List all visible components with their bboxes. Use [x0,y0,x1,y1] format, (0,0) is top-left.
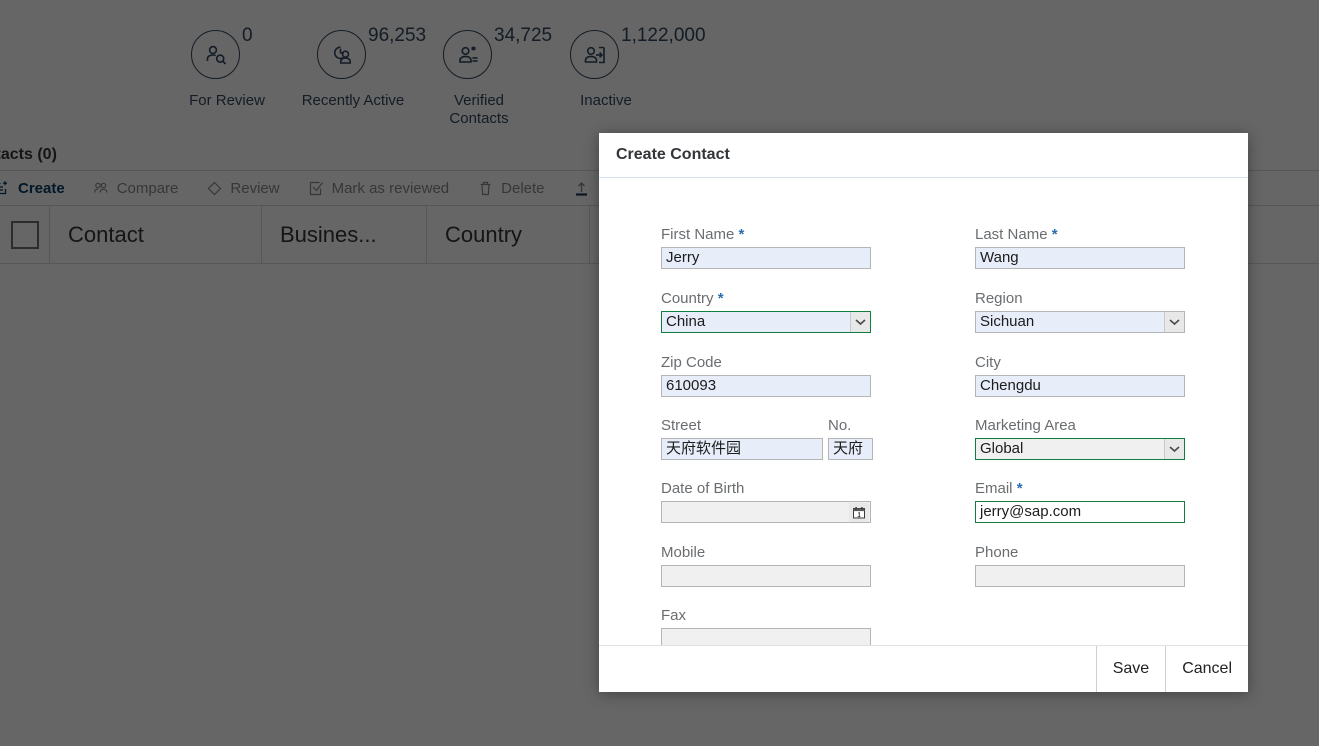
marketing-area-value: Global [980,440,1024,457]
required-indicator: * [717,290,724,307]
first-name-input[interactable]: Jerry [661,247,871,269]
country-value: China [666,313,706,330]
field-group-mobile: Mobile [661,544,871,587]
field-group-street: Street 天府软件园 [661,417,823,460]
cancel-button[interactable]: Cancel [1165,646,1248,692]
mobile-input[interactable] [661,565,871,587]
form-row-street-marketing: Street 天府软件园 No. 天府 Marketing Area Globa… [599,417,1248,481]
country-label-text: Country [661,290,714,307]
field-group-zip-code: Zip Code 610093 [661,354,871,397]
zip-code-label: Zip Code [661,354,722,371]
email-label-text: Email [975,480,1013,497]
date-of-birth-label: Date of Birth [661,480,745,497]
dialog-title: Create Contact [599,133,1248,178]
last-name-label: Last Name * [975,226,1185,244]
phone-label: Phone [975,544,1019,561]
street-label: Street [661,417,702,434]
city-input[interactable]: Chengdu [975,375,1185,397]
country-select[interactable]: China [661,311,871,333]
form-row-dob-email: Date of Birth Email * jerry@sap.com [599,480,1248,544]
country-label: Country * [661,290,871,308]
dialog-footer: Save Cancel [599,645,1248,692]
last-name-input[interactable]: Wang [975,247,1185,269]
form-row-names: First Name * Jerry Last Name * Wang [599,226,1248,290]
chevron-down-icon[interactable] [1164,439,1184,459]
create-contact-dialog: Create Contact First Name * Jerry Last N… [599,133,1248,692]
chevron-down-icon[interactable] [850,312,870,332]
field-group-phone: Phone [975,544,1185,587]
phone-input[interactable] [975,565,1185,587]
fax-label: Fax [661,607,687,624]
required-indicator: * [1051,226,1058,243]
date-of-birth-input[interactable] [661,501,871,523]
marketing-area-label: Marketing Area [975,417,1076,434]
dialog-body: First Name * Jerry Last Name * Wang Coun… [599,178,1248,645]
zip-code-input[interactable]: 610093 [661,375,871,397]
field-group-region: Region Sichuan [975,290,1185,333]
street-input[interactable]: 天府软件园 [661,438,823,460]
no-input[interactable]: 天府 [828,438,873,460]
form-row-zip-city: Zip Code 610093 City Chengdu [599,354,1248,418]
field-group-country: Country * China [661,290,871,333]
required-indicator: * [1016,480,1023,497]
last-name-label-text: Last Name [975,226,1048,243]
email-input[interactable]: jerry@sap.com [975,501,1185,523]
mobile-label: Mobile [661,544,706,561]
field-group-city: City Chengdu [975,354,1185,397]
first-name-label-text: First Name [661,226,735,243]
field-group-no: No. 天府 [828,417,873,460]
field-group-date-of-birth: Date of Birth [661,480,871,523]
field-group-marketing-area: Marketing Area Global [975,417,1185,460]
marketing-area-select[interactable]: Global [975,438,1185,460]
field-group-fax: Fax [661,607,871,645]
form-row-mobile-phone: Mobile Phone [599,544,1248,608]
form-row-country-region: Country * China Region Sichuan [599,290,1248,354]
region-value: Sichuan [980,313,1035,330]
form-row-fax: Fax [599,607,1248,645]
city-label: City [975,354,1001,371]
field-group-first-name: First Name * Jerry [661,226,871,269]
save-button[interactable]: Save [1095,646,1166,692]
chevron-down-icon[interactable] [1164,312,1184,332]
fax-input[interactable] [661,628,871,645]
field-group-email: Email * jerry@sap.com [975,480,1185,523]
region-select[interactable]: Sichuan [975,311,1185,333]
required-indicator: * [738,226,745,243]
calendar-icon[interactable] [849,503,869,522]
first-name-label: First Name * [661,226,871,244]
email-label: Email * [975,480,1185,498]
field-group-last-name: Last Name * Wang [975,226,1185,269]
region-label: Region [975,290,1023,307]
no-label: No. [828,417,852,434]
